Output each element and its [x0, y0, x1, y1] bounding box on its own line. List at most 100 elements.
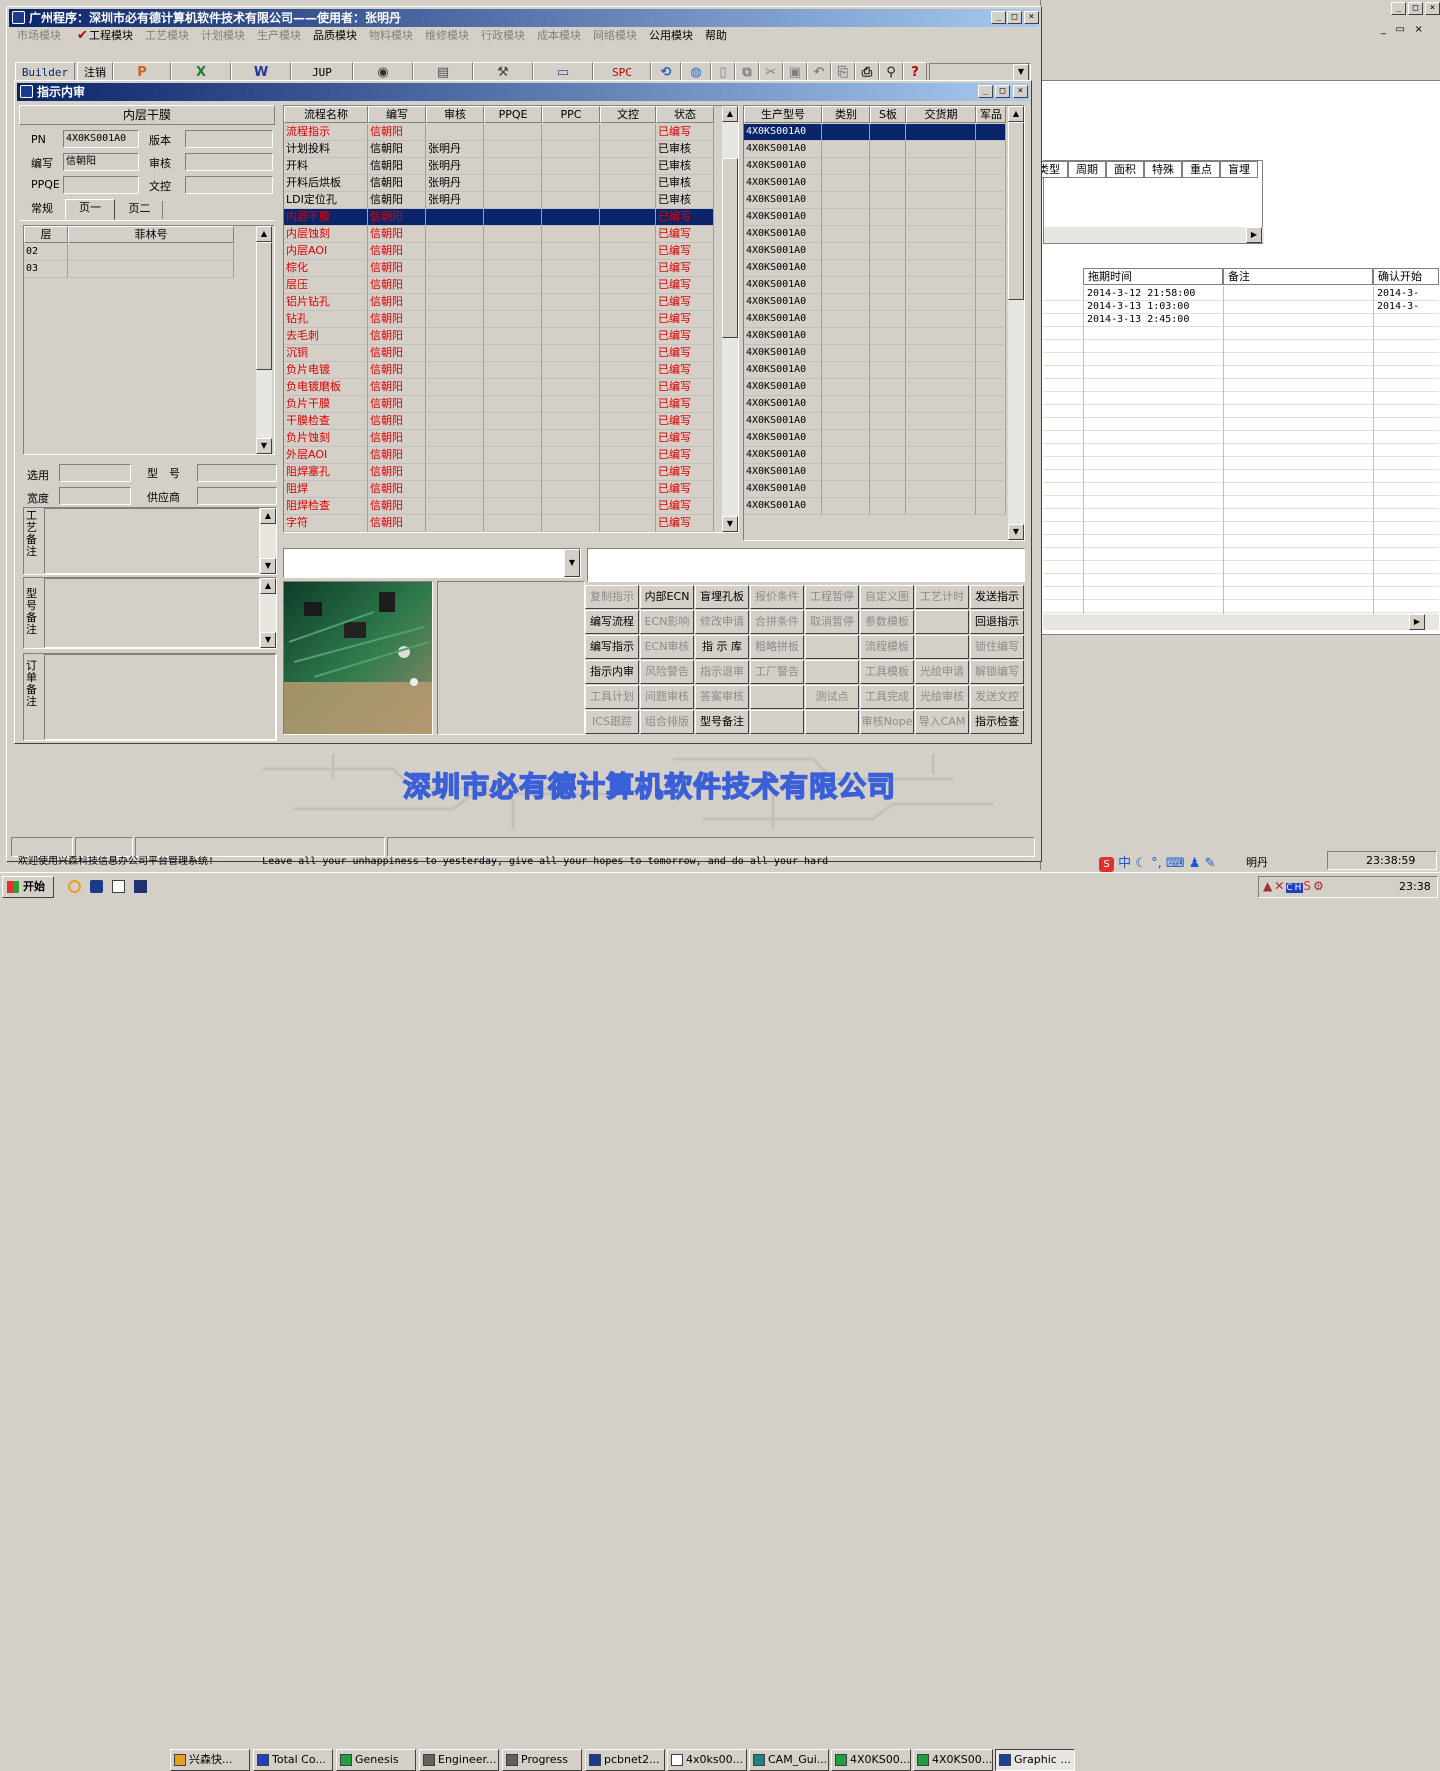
- action-button-1-7[interactable]: 回退指示: [970, 610, 1024, 634]
- layer-row[interactable]: 02: [24, 244, 234, 261]
- model-row[interactable]: 4X0KS001A0: [744, 396, 1006, 413]
- craft-scroll-down[interactable]: ▼: [260, 558, 276, 574]
- flow-row[interactable]: 计划投料 信朝阳 张明丹 已审核: [284, 141, 714, 158]
- flow-row[interactable]: 钻孔 信朝阳 已编写: [284, 311, 714, 328]
- action-button-1-0[interactable]: 编写流程: [585, 610, 639, 634]
- bg-mdi-restore[interactable]: ▭: [1396, 24, 1405, 35]
- dialog-minimize-button[interactable]: _: [978, 85, 993, 98]
- flow-row[interactable]: 沉铜 信朝阳 已编写: [284, 345, 714, 362]
- dialog-close-button[interactable]: ×: [1013, 85, 1028, 98]
- model-row[interactable]: 4X0KS001A0: [744, 379, 1006, 396]
- taskbar-item-7[interactable]: CAM_Gui...: [749, 1749, 829, 1771]
- action-button-3-6[interactable]: 光绘申请: [915, 660, 969, 684]
- quicklaunch-clock-icon[interactable]: [68, 880, 81, 893]
- flow-row[interactable]: 负电镀磨板 信朝阳 已编写: [284, 379, 714, 396]
- action-button-4-7[interactable]: 发送文控: [970, 685, 1024, 709]
- flow-row[interactable]: 内层干膜 信朝阳 已编写: [284, 209, 714, 226]
- action-button-4-1[interactable]: 问题审核: [640, 685, 694, 709]
- bg-grid2-header-2[interactable]: 确认开始: [1373, 268, 1439, 285]
- action-button-5-6[interactable]: 导入CAM: [915, 710, 969, 734]
- doc-control-field[interactable]: [185, 176, 273, 194]
- tab-page-one[interactable]: 页一: [65, 199, 115, 220]
- flow-col-header-2[interactable]: 审核: [426, 106, 484, 123]
- start-button[interactable]: 开始: [2, 876, 54, 898]
- ime-bar[interactable]: S 中 ☾ °, ⌨ ♟ ✎: [1099, 852, 1239, 872]
- model-scroll-down[interactable]: ▼: [1008, 524, 1024, 540]
- supplier-field[interactable]: [197, 487, 277, 505]
- model-row[interactable]: 4X0KS001A0: [744, 209, 1006, 226]
- model-col-header-0[interactable]: 生产型号: [744, 106, 822, 123]
- action-button-4-6[interactable]: 光绘审核: [915, 685, 969, 709]
- action-button-3-7[interactable]: 解锁编写: [970, 660, 1024, 684]
- flow-row[interactable]: 去毛刺 信朝阳 已编写: [284, 328, 714, 345]
- quicklaunch-edit-icon[interactable]: [112, 880, 125, 893]
- bg-grid2-header-0[interactable]: 拖期时间: [1083, 268, 1223, 285]
- action-button-1-1[interactable]: ECN影响: [640, 610, 694, 634]
- action-button-0-0[interactable]: 复制指示: [585, 585, 639, 609]
- model-row[interactable]: 4X0KS001A0: [744, 141, 1006, 158]
- model-row[interactable]: 4X0KS001A0: [744, 175, 1006, 192]
- flow-table-scrollbar[interactable]: ▲ ▼: [722, 106, 738, 532]
- tab-page-two[interactable]: 页二: [117, 201, 163, 219]
- model-row[interactable]: 4X0KS001A0: [744, 260, 1006, 277]
- flow-row[interactable]: 棕化 信朝阳 已编写: [284, 260, 714, 277]
- flow-scroll-up[interactable]: ▲: [722, 106, 738, 122]
- taskbar-item-9[interactable]: 4X0KS00...: [913, 1749, 993, 1771]
- craft-scroll-up[interactable]: ▲: [260, 508, 276, 524]
- bg-mdi-minimize[interactable]: _: [1381, 24, 1386, 35]
- model-row[interactable]: 4X0KS001A0: [744, 413, 1006, 430]
- bg-mdi-close[interactable]: ×: [1415, 24, 1423, 35]
- action-button-0-3[interactable]: 报价条件: [750, 585, 804, 609]
- model-notes-scrollbar[interactable]: ▲ ▼: [260, 578, 276, 648]
- model-scroll-up[interactable]: ▲: [1008, 106, 1024, 122]
- dialog-maximize-button[interactable]: □: [995, 85, 1010, 98]
- model-col-header-3[interactable]: 交货期: [906, 106, 976, 123]
- layer-scroll-up[interactable]: ▲: [256, 226, 272, 242]
- bg-grid1-header-5[interactable]: 盲埋: [1220, 161, 1258, 178]
- action-button-2-4[interactable]: [805, 635, 859, 659]
- model-row[interactable]: 4X0KS001A0: [744, 362, 1006, 379]
- craft-notes-scrollbar[interactable]: ▲ ▼: [260, 508, 276, 574]
- action-button-0-2[interactable]: 盲埋孔板: [695, 585, 749, 609]
- select-field[interactable]: [59, 464, 131, 482]
- action-button-5-2[interactable]: 型号备注: [695, 710, 749, 734]
- bg-grid2-header-1[interactable]: 备注: [1223, 268, 1373, 285]
- craft-notes-input[interactable]: [44, 508, 260, 574]
- model-row[interactable]: 4X0KS001A0: [744, 294, 1006, 311]
- flow-row[interactable]: 干膜检查 信朝阳 已编写: [284, 413, 714, 430]
- model-row[interactable]: 4X0KS001A0: [744, 158, 1006, 175]
- action-button-0-5[interactable]: 自定义图: [860, 585, 914, 609]
- taskbar-item-0[interactable]: 兴森快...: [170, 1749, 250, 1771]
- flow-row[interactable]: 阻焊检查 信朝阳 已编写: [284, 498, 714, 515]
- version-field[interactable]: [185, 130, 273, 148]
- bg-grid1-header-1[interactable]: 周期: [1068, 161, 1106, 178]
- flow-row[interactable]: 负片蚀刻 信朝阳 已编写: [284, 430, 714, 447]
- model-row[interactable]: 4X0KS001A0: [744, 192, 1006, 209]
- flow-scroll-down[interactable]: ▼: [722, 516, 738, 532]
- model-row[interactable]: 4X0KS001A0: [744, 345, 1006, 362]
- flow-col-header-3[interactable]: PPQE: [484, 106, 542, 123]
- action-button-5-0[interactable]: ICS跟踪: [585, 710, 639, 734]
- model-row[interactable]: 4X0KS001A0: [744, 328, 1006, 345]
- reviewer-field[interactable]: [185, 153, 273, 171]
- model-col-header-4[interactable]: 军品: [976, 106, 1006, 123]
- action-button-3-1[interactable]: 风险警告: [640, 660, 694, 684]
- bg-close-button[interactable]: ×: [1425, 2, 1440, 15]
- flow-row[interactable]: 内层AOI 信朝阳 已编写: [284, 243, 714, 260]
- action-button-5-4[interactable]: [805, 710, 859, 734]
- action-button-2-1[interactable]: ECN审核: [640, 635, 694, 659]
- action-button-1-2[interactable]: 修改申请: [695, 610, 749, 634]
- order-notes-input[interactable]: [44, 654, 276, 740]
- flow-row[interactable]: 流程指示 信朝阳 已编写: [284, 124, 714, 141]
- action-button-0-7[interactable]: 发送指示: [970, 585, 1024, 609]
- model-col-header-1[interactable]: 类别: [822, 106, 870, 123]
- model-notes-input[interactable]: [44, 578, 260, 648]
- quicklaunch-disk-icon[interactable]: [134, 880, 147, 893]
- flow-col-header-6[interactable]: 状态: [656, 106, 714, 123]
- bg-grid1-header-2[interactable]: 面积: [1106, 161, 1144, 178]
- width-field[interactable]: [59, 487, 131, 505]
- model-scroll-up[interactable]: ▲: [260, 578, 276, 594]
- quicklaunch-app-icon[interactable]: [90, 880, 103, 893]
- bg-minimize-button[interactable]: _: [1391, 2, 1406, 15]
- action-button-5-1[interactable]: 组合排版: [640, 710, 694, 734]
